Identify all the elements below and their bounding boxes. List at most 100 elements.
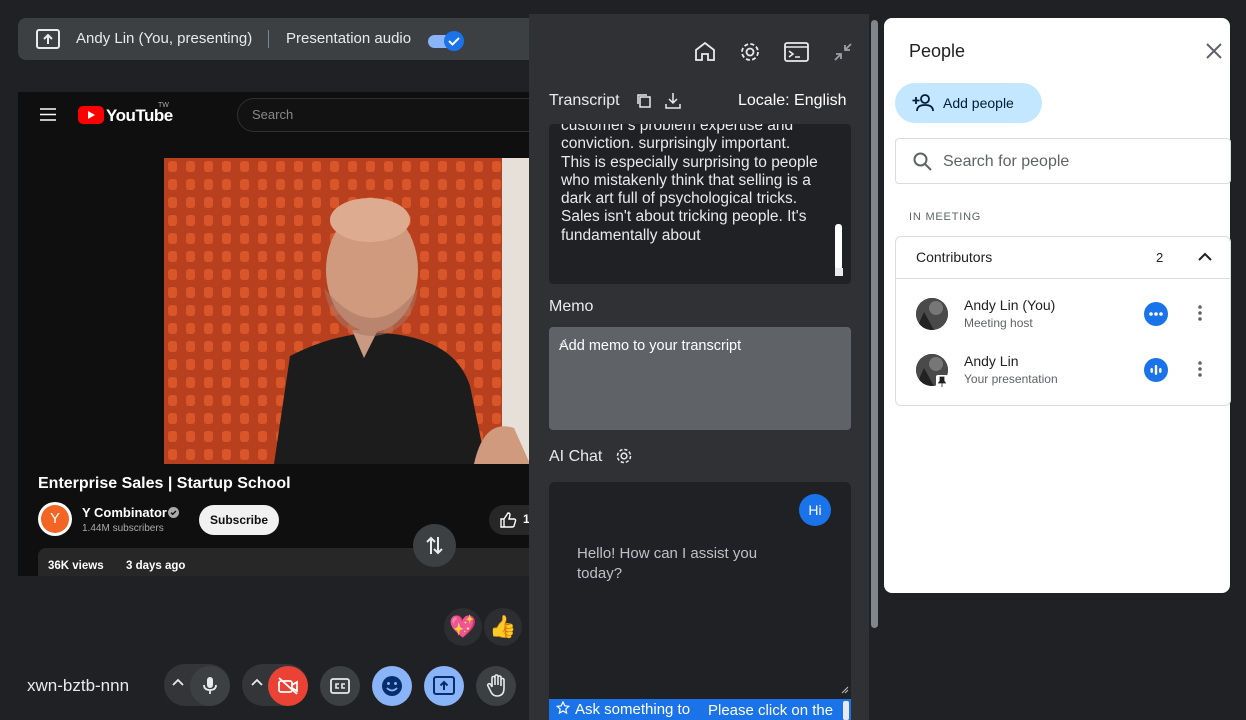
emoji-icon	[381, 675, 403, 697]
meeting-code: xwn-bztb-nnn	[27, 676, 130, 695]
more-options-icon[interactable]	[1198, 305, 1202, 321]
presenting-bar: Andy Lin (You, presenting) Presentation …	[18, 18, 538, 60]
microphone-button[interactable]	[190, 666, 230, 706]
video-description[interactable]: 36K views 3 days ago	[38, 548, 530, 576]
participant-role: Meeting host	[964, 316, 1033, 330]
terminal-icon[interactable]	[784, 42, 809, 62]
resize-grip-icon[interactable]	[841, 686, 849, 694]
collapse-icon[interactable]	[833, 42, 853, 62]
posted-date: 3 days ago	[126, 560, 186, 572]
pin-icon	[936, 375, 948, 388]
assistant-message: Hello! How can I assist you today?	[577, 545, 758, 582]
search-icon	[913, 152, 932, 171]
youtube-search-input[interactable]: Search	[237, 98, 530, 132]
transcript-content: customer's problem expertise and convict…	[549, 124, 860, 284]
video-player[interactable]	[164, 158, 530, 464]
mic-options-chevron-icon[interactable]	[172, 678, 184, 686]
youtube-search-placeholder: Search	[252, 107, 294, 122]
hand-icon	[486, 674, 506, 698]
presentation-audio-label: Presentation audio	[286, 30, 412, 47]
youtube-logo-text: YouTube	[106, 106, 173, 125]
present-now-button[interactable]	[424, 666, 464, 706]
youtube-logo-region: TW	[158, 102, 169, 109]
camera-off-icon	[277, 677, 299, 695]
microphone-icon	[203, 676, 217, 696]
reactions-button[interactable]	[372, 666, 412, 706]
add-people-button[interactable]: Add people	[895, 83, 1042, 123]
chevron-up-icon[interactable]	[1198, 252, 1212, 261]
participant-row[interactable]: Andy Lin Your presentation	[896, 343, 1230, 397]
transcript-scrollbar[interactable]	[835, 224, 842, 270]
transcript-text: customer's problem expertise and convict…	[561, 124, 818, 244]
settings-gear-icon[interactable]	[739, 41, 761, 63]
present-screen-icon	[36, 29, 60, 49]
people-search-input[interactable]: Search for people	[895, 138, 1231, 184]
ai-chat-window: Hi Hello! How can I assist you today?	[549, 482, 851, 720]
reaction-heart[interactable]: 💖	[444, 608, 482, 646]
swap-vertical-icon	[425, 535, 444, 556]
camera-options-chevron-icon[interactable]	[251, 678, 263, 686]
app-scrollbar[interactable]	[870, 14, 880, 634]
avatar	[916, 298, 948, 330]
copy-icon[interactable]	[636, 93, 652, 109]
shared-screen: YouTube TW Search Enterprise Sales | Sta…	[18, 92, 530, 576]
camera-off-button[interactable]	[268, 666, 308, 706]
home-icon[interactable]	[694, 41, 716, 61]
subscribe-button[interactable]: Subscribe	[199, 505, 279, 535]
user-message: Hi	[799, 494, 831, 526]
present-screen-icon	[433, 676, 455, 695]
channel-avatar[interactable]: Y	[38, 502, 72, 536]
app-scrollbar-thumb[interactable]	[871, 20, 878, 628]
participant-row[interactable]: Andy Lin (You) Meeting host	[896, 287, 1230, 341]
audio-level-icon	[1144, 358, 1168, 382]
raise-hand-button[interactable]	[476, 666, 516, 706]
memo-textarea[interactable]: Add memo to your transcript	[549, 327, 851, 430]
add-people-label: Add people	[943, 95, 1014, 111]
presentation-audio-toggle[interactable]	[428, 30, 468, 52]
presenter-label: Andy Lin (You, presenting)	[76, 30, 253, 47]
ask-input[interactable]: Ask something to Please click on the	[549, 699, 851, 720]
swap-layout-button[interactable]	[413, 524, 456, 567]
resize-grip-icon[interactable]	[559, 338, 847, 426]
participant-name: Andy Lin (You)	[964, 297, 1056, 313]
reaction-thumbs-up[interactable]: 👍	[484, 608, 522, 646]
view-count: 36K views	[48, 560, 104, 572]
in-meeting-label: IN MEETING	[909, 211, 982, 223]
contributors-count: 2	[1156, 250, 1164, 265]
subscriber-count: 1.44M subscribers	[82, 523, 164, 534]
more-options-icon[interactable]	[1198, 361, 1202, 377]
thumbs-up-icon	[499, 511, 517, 529]
youtube-logo-icon[interactable]	[78, 106, 104, 124]
channel-name[interactable]: Y Combinator	[82, 505, 167, 520]
locale-label[interactable]: Locale: English	[738, 92, 847, 110]
people-search-placeholder: Search for people	[943, 153, 1070, 170]
memo-label: Memo	[549, 298, 594, 315]
captions-button[interactable]	[320, 666, 360, 706]
contributors-header[interactable]: Contributors 2	[896, 237, 1230, 279]
close-icon[interactable]	[1206, 43, 1222, 59]
menu-icon[interactable]	[40, 108, 56, 121]
star-icon	[556, 701, 570, 715]
more-dots-status-icon	[1144, 302, 1168, 326]
divider	[268, 30, 269, 48]
people-panel: People Add people Search for people IN M…	[884, 18, 1231, 593]
participant-role: Your presentation	[964, 372, 1058, 386]
closed-captions-icon	[330, 678, 350, 694]
contributors-group: Contributors 2 Andy Lin (You) Meeting ho…	[895, 236, 1231, 406]
ask-scrollbar[interactable]	[843, 701, 849, 720]
resize-handle-icon[interactable]	[835, 268, 843, 276]
add-person-icon	[912, 93, 936, 112]
ai-chat-label: AI Chat	[549, 448, 603, 465]
ai-chat-settings-icon[interactable]	[615, 447, 633, 465]
participant-name: Andy Lin	[964, 353, 1019, 369]
video-title[interactable]: Enterprise Sales | Startup School	[38, 475, 291, 493]
transcript-panel: Transcript Locale: English customer's pr…	[529, 14, 869, 720]
verified-icon	[168, 507, 179, 518]
contributors-label: Contributors	[916, 249, 993, 265]
transcript-label: Transcript	[549, 92, 620, 109]
ask-placeholder: Ask something to	[575, 701, 691, 718]
channel-initial: Y	[41, 505, 69, 533]
download-icon[interactable]	[665, 92, 681, 109]
people-title: People	[909, 41, 966, 61]
like-button[interactable]: 1	[489, 505, 530, 535]
